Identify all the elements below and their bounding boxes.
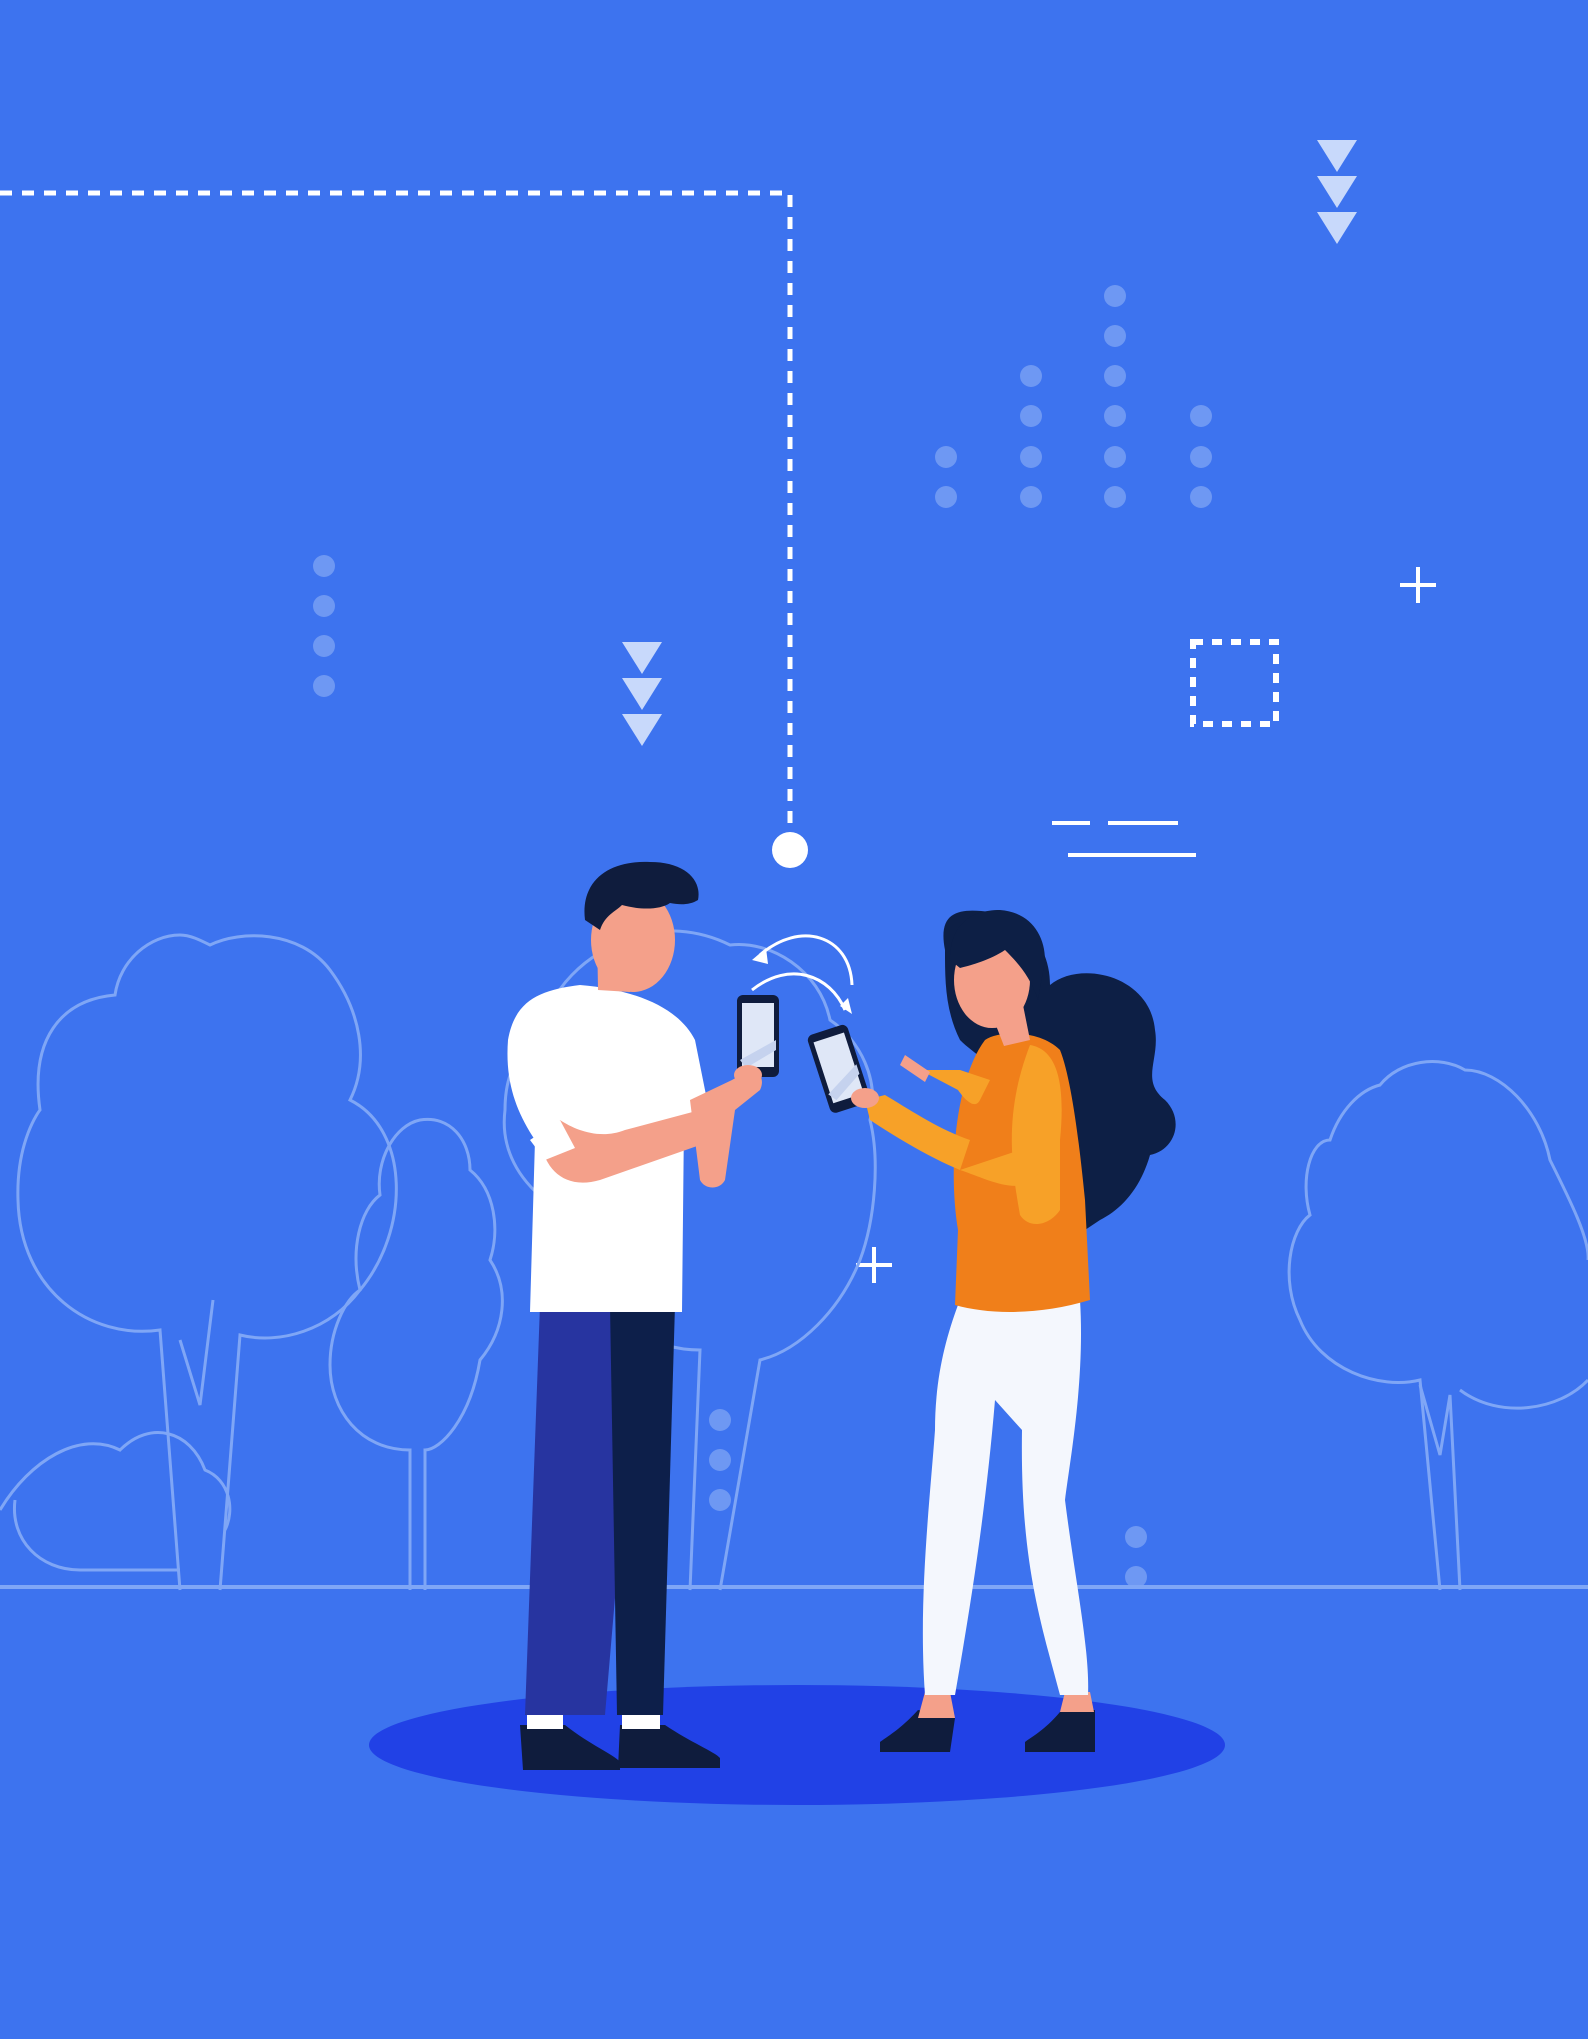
ground-shadow (369, 1685, 1225, 1805)
illustration-scene (0, 0, 1588, 2039)
connector-dot (772, 832, 808, 868)
